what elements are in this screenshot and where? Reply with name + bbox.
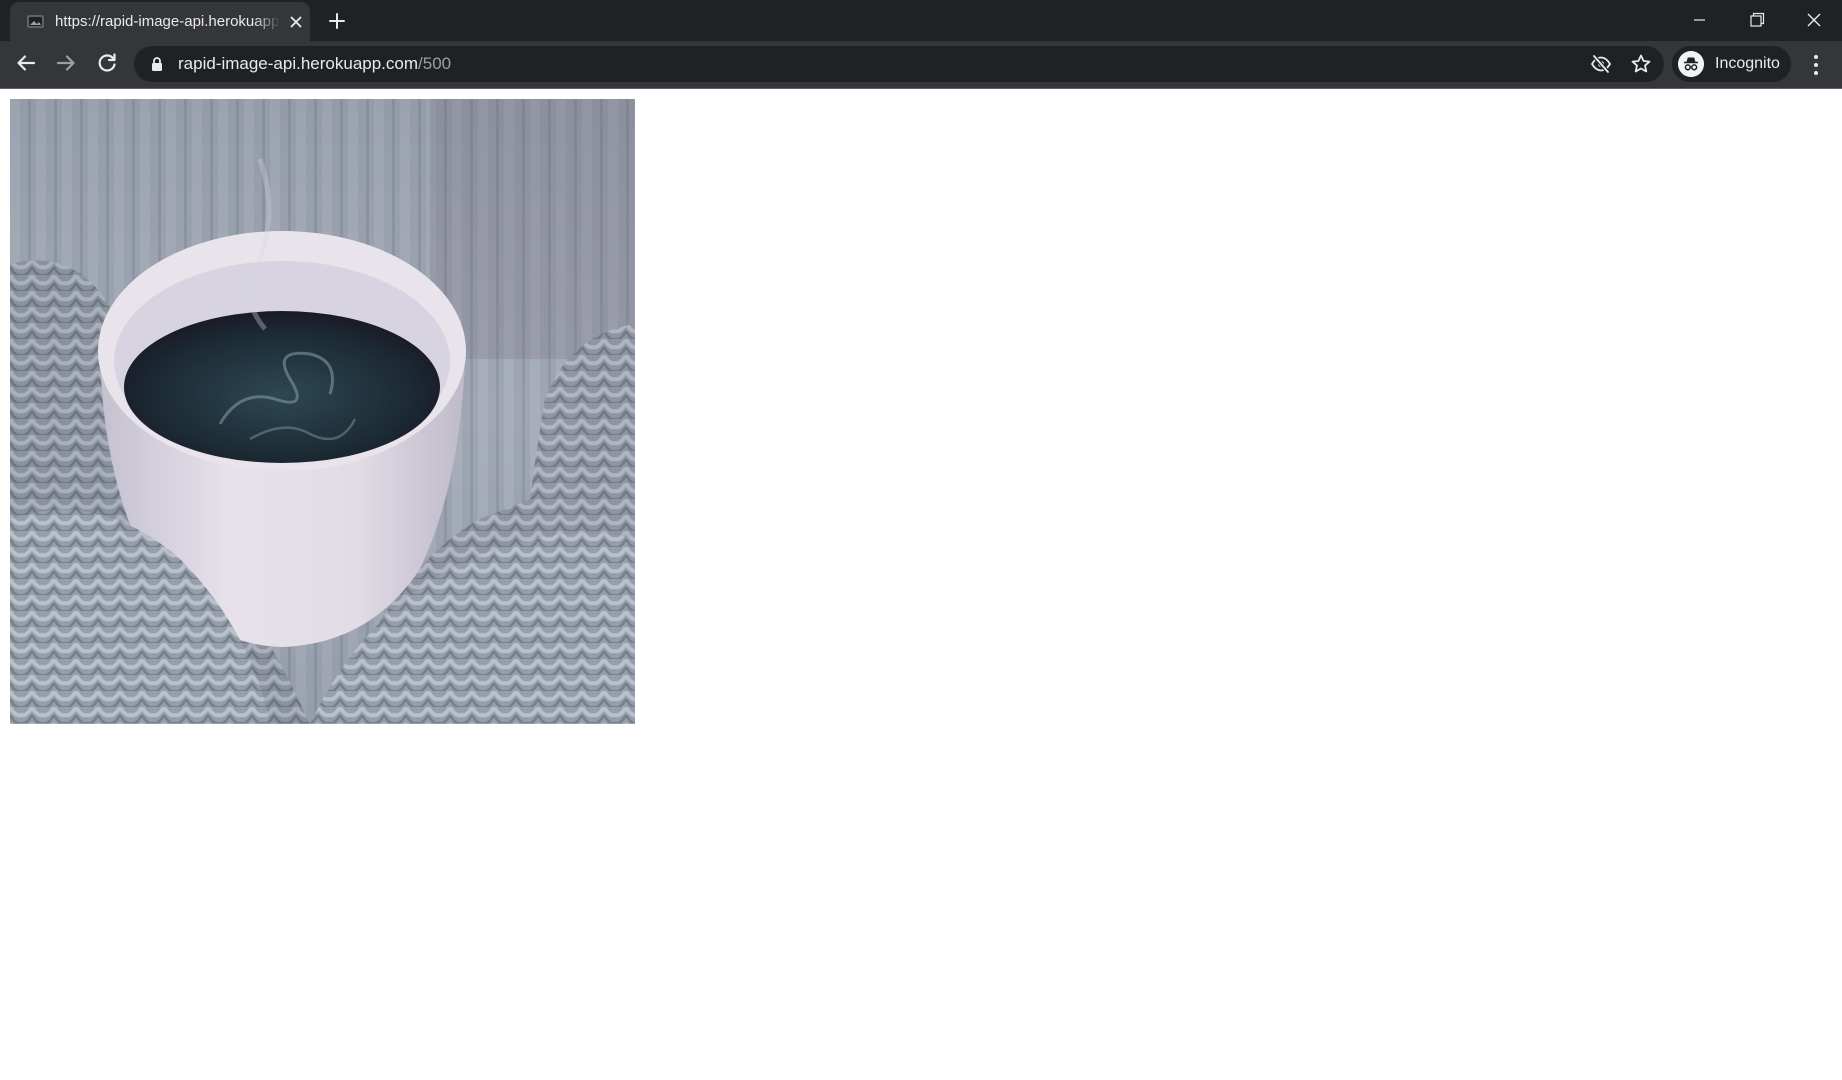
- image-favicon-icon: [27, 15, 44, 28]
- page-viewport: [0, 89, 1842, 1080]
- tab-title: https://rapid-image-api.herokuapp.com/50…: [55, 13, 281, 30]
- minimize-icon[interactable]: [1676, 4, 1722, 36]
- new-tab-plus-icon[interactable]: [326, 10, 348, 32]
- tab-close-icon[interactable]: [287, 13, 305, 31]
- bookmark-star-icon[interactable]: [1630, 53, 1652, 75]
- address-bar[interactable]: rapid-image-api.herokuapp.com/500: [134, 46, 1664, 82]
- incognito-label: Incognito: [1715, 55, 1780, 72]
- eye-off-icon[interactable]: [1590, 53, 1612, 75]
- incognito-icon: [1678, 51, 1704, 77]
- browser-tab-active[interactable]: https://rapid-image-api.herokuapp.com/50…: [10, 2, 310, 41]
- restore-icon[interactable]: [1733, 4, 1779, 36]
- lock-icon[interactable]: [150, 56, 164, 72]
- coffee-cup-photo: [10, 99, 635, 724]
- back-arrow-icon[interactable]: [9, 46, 43, 80]
- more-options-icon[interactable]: [1801, 48, 1831, 82]
- forward-arrow-icon[interactable]: [49, 46, 83, 80]
- photo-illustration: [10, 99, 635, 724]
- tab-strip: https://rapid-image-api.herokuapp.com/50…: [0, 0, 1842, 41]
- close-icon[interactable]: [1790, 4, 1836, 36]
- url-path: /500: [418, 54, 452, 73]
- url-text[interactable]: rapid-image-api.herokuapp.com/500: [178, 54, 451, 74]
- reload-icon[interactable]: [90, 46, 124, 80]
- url-host: rapid-image-api.herokuapp.com: [178, 54, 419, 73]
- browser-toolbar: rapid-image-api.herokuapp.com/500 Incogn…: [0, 41, 1842, 88]
- incognito-profile-button[interactable]: Incognito: [1672, 46, 1791, 82]
